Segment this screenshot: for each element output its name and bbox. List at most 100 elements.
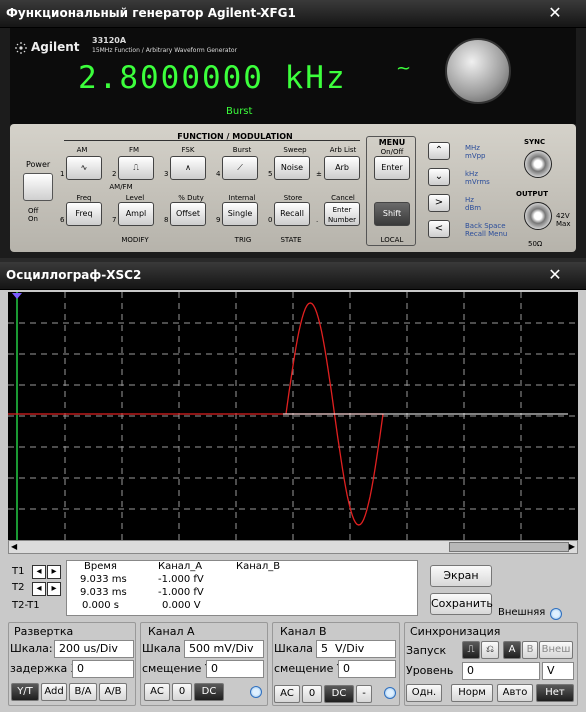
timebase-scale-field[interactable]: 200 us/Div xyxy=(54,640,134,658)
falling-edge-button[interactable]: ⎌ xyxy=(481,641,499,659)
channel-a-scale-field[interactable]: 500 mV/Div xyxy=(184,640,264,658)
trigger-normal-button[interactable]: Норм xyxy=(451,684,493,702)
arrow-up-button[interactable]: ⌃ xyxy=(428,142,450,160)
key-number-plusminus: ± xyxy=(316,170,322,178)
channel-b-offset-field[interactable]: 0 xyxy=(338,660,396,678)
trigger-source-ext-button[interactable]: Внеш xyxy=(539,641,573,659)
channel-b-title: Канал B xyxy=(280,625,327,638)
key-number-6: 6 xyxy=(60,216,65,224)
oscilloscope-close-icon[interactable]: ✕ xyxy=(542,264,568,286)
channel-a-scale-label: Шкала xyxy=(142,642,181,655)
scope-screen[interactable] xyxy=(8,292,578,540)
oscilloscope-titlebar[interactable]: Осциллограф-XSC2 ✕ xyxy=(0,262,586,290)
enter-button[interactable]: Enter xyxy=(374,156,410,180)
arb-button[interactable]: Arb xyxy=(324,156,360,180)
generator-titlebar[interactable]: Функциональный генератор Agilent-XFG1 ✕ xyxy=(0,0,586,28)
add-mode-button[interactable]: Add xyxy=(41,683,67,701)
shift-button[interactable]: Shift xyxy=(374,202,410,226)
ramp-function-button[interactable]: ⟋ xyxy=(222,156,258,180)
channel-a-column-header: Канал_A xyxy=(158,561,203,572)
trigger-single-button[interactable]: Одн. xyxy=(406,684,442,702)
sync-connector[interactable] xyxy=(524,150,552,178)
rising-edge-button[interactable]: ⎍ xyxy=(462,641,480,659)
square-function-button[interactable]: ⎍ xyxy=(118,156,154,180)
adjust-knob[interactable] xyxy=(445,38,511,104)
trigger-source-a-button[interactable]: A xyxy=(503,641,521,659)
generator-close-icon[interactable]: ✕ xyxy=(542,2,568,24)
channel-a-dc-button[interactable]: DC xyxy=(194,683,224,701)
channel-b-scale-field[interactable]: 5 V/Div xyxy=(316,640,396,658)
fsk-label: FSK xyxy=(181,146,195,154)
trigger-title: Синхронизация xyxy=(410,625,501,638)
yt-mode-button[interactable]: Y/T xyxy=(11,683,39,701)
t2-right-arrow-icon[interactable]: ▸ xyxy=(47,582,61,596)
ohm-label: 50Ω xyxy=(528,240,543,248)
trigger-level-field[interactable]: 0 xyxy=(462,662,540,680)
scroll-right-icon[interactable]: ▶ xyxy=(569,542,575,551)
channel-b-dc-button[interactable]: DC xyxy=(324,685,354,703)
scope-horizontal-scrollbar[interactable]: ◀ ▶ xyxy=(8,540,578,554)
external-radio[interactable] xyxy=(550,608,562,620)
channel-b-ac-button[interactable]: AC xyxy=(274,685,300,703)
recall-button[interactable]: Recall xyxy=(274,202,310,226)
key-number-1: 1 xyxy=(60,170,65,178)
offset-button[interactable]: Offset xyxy=(170,202,206,226)
ampl-button[interactable]: Ampl xyxy=(118,202,154,226)
key-number-5: 5 xyxy=(268,170,273,178)
delta-channel-a: 0.000 V xyxy=(162,600,201,611)
sine-wave-indicator: ~ xyxy=(396,58,412,79)
delay-x-field[interactable]: 0 xyxy=(72,660,134,678)
scroll-left-icon[interactable]: ◀ xyxy=(11,542,17,551)
channel-a-offset-field[interactable]: 0 xyxy=(206,660,264,678)
arrow-down-button[interactable]: ⌄ xyxy=(428,168,450,186)
sine-function-button[interactable]: ∿ xyxy=(66,156,102,180)
agilent-logo: Agilent xyxy=(14,40,80,55)
arb-list-label: Arb List xyxy=(329,146,357,154)
channel-a-ac-button[interactable]: AC xyxy=(144,683,170,701)
trigger-start-label: Запуск xyxy=(406,644,447,657)
channel-b-zero-button[interactable]: 0 xyxy=(302,685,322,703)
burst-indicator: Burst xyxy=(226,106,253,117)
t2-t1-label: T2-T1 xyxy=(12,600,40,611)
enter-number-button[interactable]: Enter Number xyxy=(324,202,360,226)
sync-label: SYNC xyxy=(524,138,546,146)
t2-channel-a: -1.000 fV xyxy=(158,587,204,598)
trigger-none-button[interactable]: Нет xyxy=(536,684,574,702)
delta-time: 0.000 s xyxy=(82,600,120,611)
t2-left-arrow-icon[interactable]: ◂ xyxy=(32,582,46,596)
reverse-screen-button[interactable]: Экран xyxy=(430,565,492,587)
ab-mode-button[interactable]: A/B xyxy=(99,683,127,701)
trigger-auto-button[interactable]: Авто xyxy=(497,684,533,702)
t1-right-arrow-icon[interactable]: ▸ xyxy=(47,565,61,579)
trigger-level-unit[interactable]: V xyxy=(542,662,574,680)
t1-left-arrow-icon[interactable]: ◂ xyxy=(32,565,46,579)
arrow-left-button[interactable]: < xyxy=(428,220,450,238)
external-label: Внешняя xyxy=(498,607,546,618)
cancel-label: Cancel xyxy=(331,194,355,202)
trigger-level-label: Уровень xyxy=(406,664,454,677)
triangle-function-button[interactable]: ∧ xyxy=(170,156,206,180)
channel-b-radio[interactable] xyxy=(384,687,396,699)
freq-button[interactable]: Freq xyxy=(66,202,102,226)
power-switch-labels: Off On xyxy=(28,207,38,223)
channel-b-invert-button[interactable]: - xyxy=(356,685,372,703)
noise-button[interactable]: Noise xyxy=(274,156,310,180)
trigger-source-b-button[interactable]: B xyxy=(522,641,538,659)
model-number: 33120A xyxy=(92,36,127,45)
channel-a-zero-button[interactable]: 0 xyxy=(172,683,192,701)
power-button[interactable] xyxy=(23,173,53,201)
ba-mode-button[interactable]: B/A xyxy=(69,683,97,701)
timebase-title: Развертка xyxy=(14,625,74,638)
channel-a-radio[interactable] xyxy=(250,686,262,698)
channel-b-scale-label: Шкала xyxy=(274,642,313,655)
t1-channel-a: -1.000 fV xyxy=(158,574,204,585)
power-on-label: On xyxy=(28,215,38,223)
single-button[interactable]: Single xyxy=(222,202,258,226)
khz-mvrms-label: kHz mVrms xyxy=(465,170,490,186)
arrow-right-button[interactable]: > xyxy=(428,194,450,212)
output-connector[interactable] xyxy=(524,202,552,230)
key-number-4: 4 xyxy=(216,170,221,178)
sweep-label: Sweep xyxy=(283,146,307,154)
scroll-thumb[interactable] xyxy=(449,542,569,552)
save-button[interactable]: Сохранить xyxy=(430,593,493,615)
